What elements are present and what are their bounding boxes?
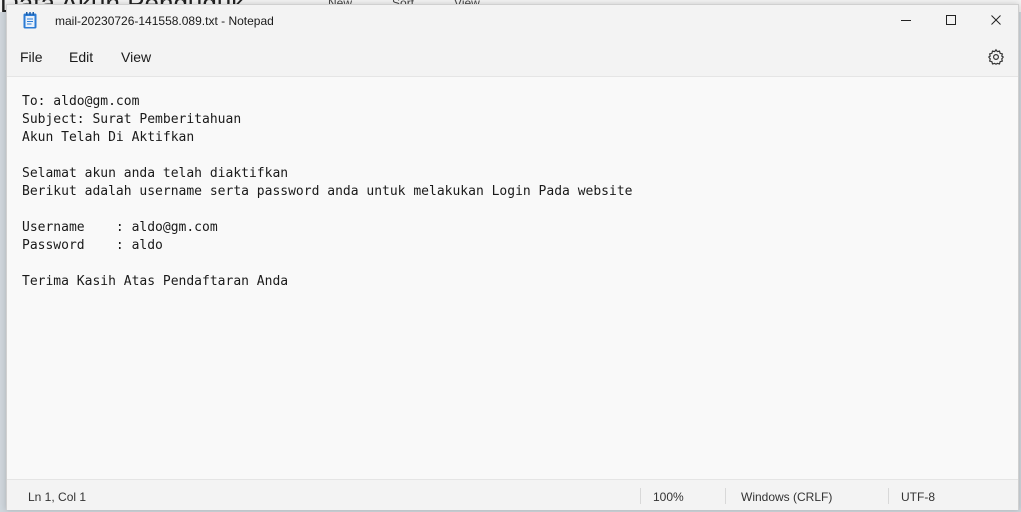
status-divider xyxy=(640,488,641,504)
cursor-position: Ln 1, Col 1 xyxy=(28,490,87,504)
window-title: mail-20230726-141558.089.txt - Notepad xyxy=(55,14,274,28)
minimize-icon xyxy=(901,20,911,21)
minimize-button[interactable] xyxy=(883,5,929,35)
status-bar: Ln 1, Col 1 100% Windows (CRLF) UTF-8 xyxy=(7,479,1018,510)
gear-icon[interactable] xyxy=(987,48,1005,66)
notepad-app-icon xyxy=(23,12,37,29)
maximize-button[interactable] xyxy=(928,5,974,35)
text-editor[interactable]: To: aldo@gm.com Subject: Surat Pemberita… xyxy=(7,77,1018,479)
status-divider xyxy=(888,488,889,504)
menu-view[interactable]: View xyxy=(121,49,151,65)
maximize-icon xyxy=(946,15,956,25)
title-bar[interactable]: mail-20230726-141558.089.txt - Notepad xyxy=(7,5,1018,37)
notepad-window: mail-20230726-141558.089.txt - Notepad F… xyxy=(6,4,1019,510)
close-button[interactable] xyxy=(973,5,1019,35)
status-divider xyxy=(725,488,726,504)
menu-bar: File Edit View xyxy=(7,37,1018,77)
encoding: UTF-8 xyxy=(901,490,935,504)
menu-file[interactable]: File xyxy=(20,49,43,65)
line-ending: Windows (CRLF) xyxy=(741,490,833,504)
menu-edit[interactable]: Edit xyxy=(69,49,93,65)
zoom-level: 100% xyxy=(653,490,684,504)
close-icon xyxy=(991,15,1001,25)
document-text[interactable]: To: aldo@gm.com Subject: Surat Pemberita… xyxy=(22,93,632,291)
